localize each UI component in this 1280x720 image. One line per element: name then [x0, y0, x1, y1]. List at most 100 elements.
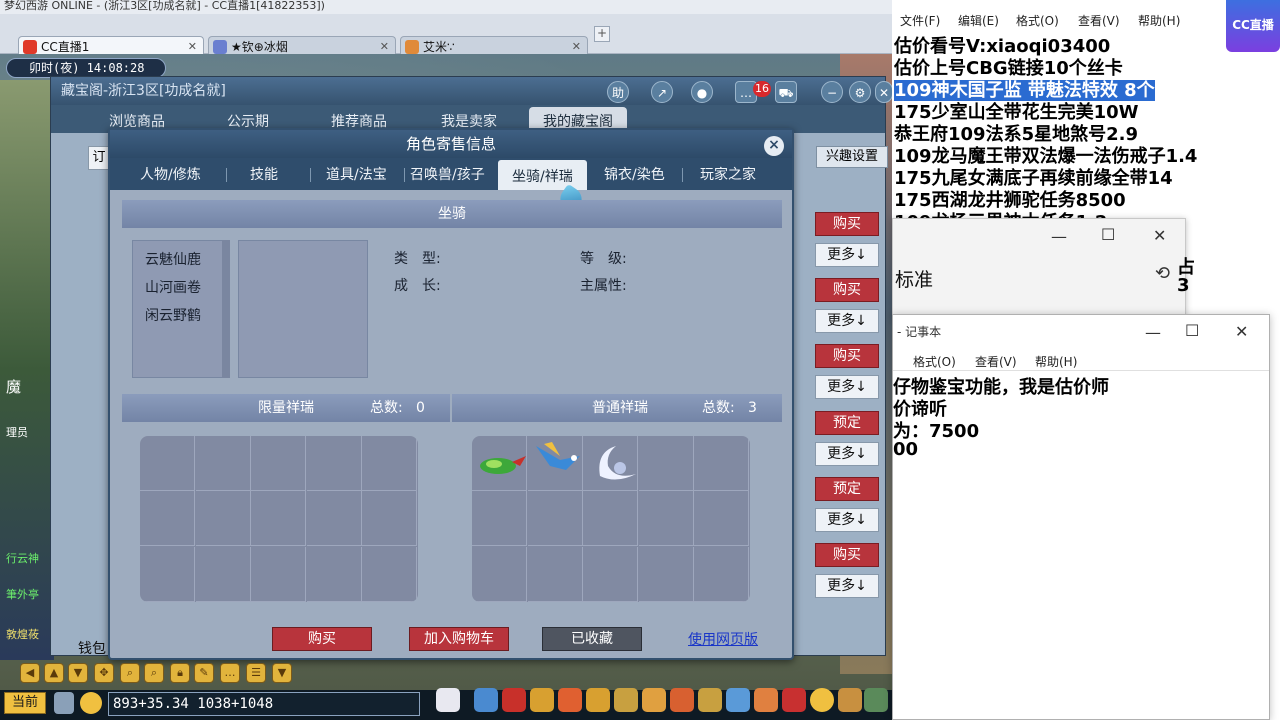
interest-settings-button[interactable]: 兴趣设置: [816, 146, 888, 168]
inventory-slot[interactable]: [306, 546, 362, 602]
inventory-slot[interactable]: [583, 491, 639, 547]
gift-icon[interactable]: [530, 688, 554, 712]
face-icon[interactable]: [810, 688, 834, 712]
arrow-up-icon[interactable]: ▲: [44, 663, 64, 683]
maximize-icon[interactable]: ☐: [1185, 321, 1199, 340]
minimize-icon[interactable]: —: [1051, 227, 1067, 246]
row-more-button[interactable]: 更多↓: [815, 442, 879, 466]
computer-icon[interactable]: [864, 688, 888, 712]
inventory-slot[interactable]: [527, 491, 583, 547]
inventory-slot[interactable]: [638, 546, 694, 602]
sword-icon[interactable]: [474, 688, 498, 712]
minimize-icon[interactable]: —: [1145, 323, 1161, 342]
lock-icon[interactable]: 🔒︎: [170, 663, 190, 683]
close-icon[interactable]: ×: [764, 136, 784, 156]
inventory-slot[interactable]: [694, 546, 750, 602]
mount-item[interactable]: 山河画卷: [145, 277, 201, 297]
inventory-slot[interactable]: [140, 546, 195, 602]
stop-icon[interactable]: ●: [691, 81, 713, 103]
task-icon[interactable]: [642, 688, 666, 712]
microphone-icon[interactable]: [54, 692, 74, 714]
inventory-slot[interactable]: [472, 491, 527, 547]
guild-icon[interactable]: [586, 688, 610, 712]
row-action-button[interactable]: 购买: [815, 344, 879, 368]
inventory-slot[interactable]: [694, 491, 750, 547]
close-icon[interactable]: ✕: [1235, 322, 1248, 341]
inventory-slot[interactable]: [251, 546, 307, 602]
inventory-slot[interactable]: [140, 491, 195, 547]
mount-item[interactable]: 云魅仙鹿: [145, 249, 201, 269]
share-icon[interactable]: ↗: [651, 81, 673, 103]
minimize-icon[interactable]: −: [821, 81, 843, 103]
row-action-button[interactable]: 购买: [815, 543, 879, 567]
row-action-button[interactable]: 预定: [815, 411, 879, 435]
shop-icon[interactable]: [838, 688, 862, 712]
row-more-button[interactable]: 更多↓: [815, 243, 879, 267]
menu-help[interactable]: 帮助(H): [1138, 12, 1180, 29]
bag-icon[interactable]: [502, 688, 526, 712]
team-icon[interactable]: [558, 688, 582, 712]
channel-button[interactable]: 当前: [4, 692, 46, 714]
system-icon[interactable]: [754, 688, 778, 712]
history-icon[interactable]: ⟲: [1155, 263, 1170, 284]
menu-help[interactable]: 帮助(H): [1035, 353, 1077, 370]
brush-icon[interactable]: ✎: [194, 663, 214, 683]
zoom-icon[interactable]: ⌕: [144, 663, 164, 683]
tab-items[interactable]: 道具/法宝: [326, 164, 387, 184]
inventory-slot[interactable]: [694, 436, 750, 491]
pet-icon[interactable]: [436, 688, 460, 712]
tab-pets[interactable]: 召唤兽/孩子: [410, 164, 485, 184]
tab-outfits[interactable]: 锦衣/染色: [604, 164, 665, 184]
inventory-slot[interactable]: [195, 436, 251, 491]
mount-item[interactable]: 闲云野鹤: [145, 305, 201, 325]
player-name[interactable]: 敦煌莜: [6, 626, 46, 642]
chat-icon[interactable]: …: [220, 663, 240, 683]
emoji-icon[interactable]: [80, 692, 102, 714]
scroll-icon[interactable]: [698, 688, 722, 712]
menu-format[interactable]: 格式(O): [913, 353, 956, 370]
inventory-slot[interactable]: [362, 436, 418, 491]
cart-icon[interactable]: ⛟: [775, 81, 797, 103]
inventory-slot[interactable]: [362, 491, 418, 547]
row-more-button[interactable]: 更多↓: [815, 375, 879, 399]
dropdown-icon[interactable]: ▼: [272, 663, 292, 683]
tab-character[interactable]: 人物/修炼: [140, 164, 201, 184]
menu-edit[interactable]: 编辑(E): [958, 12, 999, 29]
skill-icon[interactable]: [614, 688, 638, 712]
row-action-button[interactable]: 购买: [815, 212, 879, 236]
menu-format[interactable]: 格式(O): [1016, 12, 1059, 29]
buy-button[interactable]: 购买: [272, 627, 372, 651]
bell-icon[interactable]: [670, 688, 694, 712]
help-icon[interactable]: 助: [607, 81, 629, 103]
menu-view[interactable]: 查看(V): [975, 353, 1017, 370]
move-icon[interactable]: ✥: [94, 663, 114, 683]
green-beast-icon[interactable]: [474, 440, 530, 484]
arrow-down-icon[interactable]: ▼: [68, 663, 88, 683]
inventory-slot[interactable]: [306, 436, 362, 491]
arrow-left-icon[interactable]: ◀: [20, 663, 40, 683]
order-toggle[interactable]: 订: [88, 146, 110, 170]
inventory-slot[interactable]: [527, 546, 583, 602]
inventory-slot[interactable]: [195, 546, 251, 602]
wallet-label[interactable]: 钱包: [78, 638, 106, 658]
inventory-slot[interactable]: [306, 491, 362, 547]
player-name[interactable]: 行云神: [6, 550, 46, 566]
list-icon[interactable]: ☰: [246, 663, 266, 683]
inventory-slot[interactable]: [251, 491, 307, 547]
tab-mounts[interactable]: 坐骑/祥瑞: [498, 160, 587, 190]
row-action-button[interactable]: 购买: [815, 278, 879, 302]
close-icon[interactable]: ✕: [875, 81, 892, 103]
inventory-slot[interactable]: [638, 436, 694, 491]
blue-bird-icon[interactable]: [530, 434, 586, 482]
close-icon[interactable]: ✕: [1153, 226, 1166, 245]
inventory-slot[interactable]: [195, 491, 251, 547]
inventory-slot[interactable]: [362, 546, 418, 602]
mail-icon[interactable]: [726, 688, 750, 712]
row-more-button[interactable]: 更多↓: [815, 574, 879, 598]
row-action-button[interactable]: 预定: [815, 477, 879, 501]
tab-home[interactable]: 玩家之家: [700, 164, 756, 184]
settings-icon[interactable]: ⚙: [849, 81, 871, 103]
mount-list-scrollbar[interactable]: [222, 240, 230, 378]
new-tab-button[interactable]: +: [594, 26, 610, 42]
inventory-slot[interactable]: [140, 436, 195, 491]
